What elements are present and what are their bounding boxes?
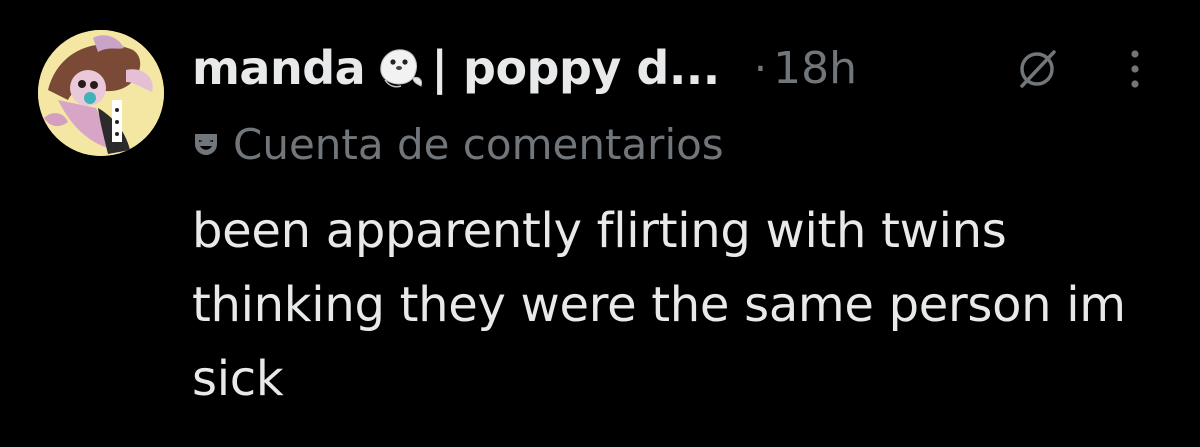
avatar[interactable] bbox=[38, 30, 164, 156]
display-name[interactable]: manda bbox=[192, 41, 366, 95]
community-note-row[interactable]: Cuenta de comentarios bbox=[193, 119, 724, 169]
post-card[interactable]: manda | poppy d... · 18h Cuenta de comen… bbox=[0, 0, 1200, 447]
seal-emoji-icon bbox=[373, 42, 425, 94]
avatar-art-icon bbox=[38, 30, 164, 156]
more-options-icon[interactable] bbox=[1122, 44, 1148, 94]
mask-icon bbox=[195, 134, 217, 155]
community-label: Cuenta de comentarios bbox=[233, 119, 724, 169]
meta-separator: · bbox=[753, 43, 768, 93]
post-text: been apparently flirting with twins thin… bbox=[192, 203, 1126, 407]
timestamp[interactable]: 18h bbox=[773, 43, 857, 94]
display-name-suffix[interactable]: | poppy d... bbox=[431, 41, 720, 95]
grok-icon[interactable] bbox=[1014, 46, 1060, 92]
post-header: manda | poppy d... · 18h bbox=[192, 38, 857, 98]
